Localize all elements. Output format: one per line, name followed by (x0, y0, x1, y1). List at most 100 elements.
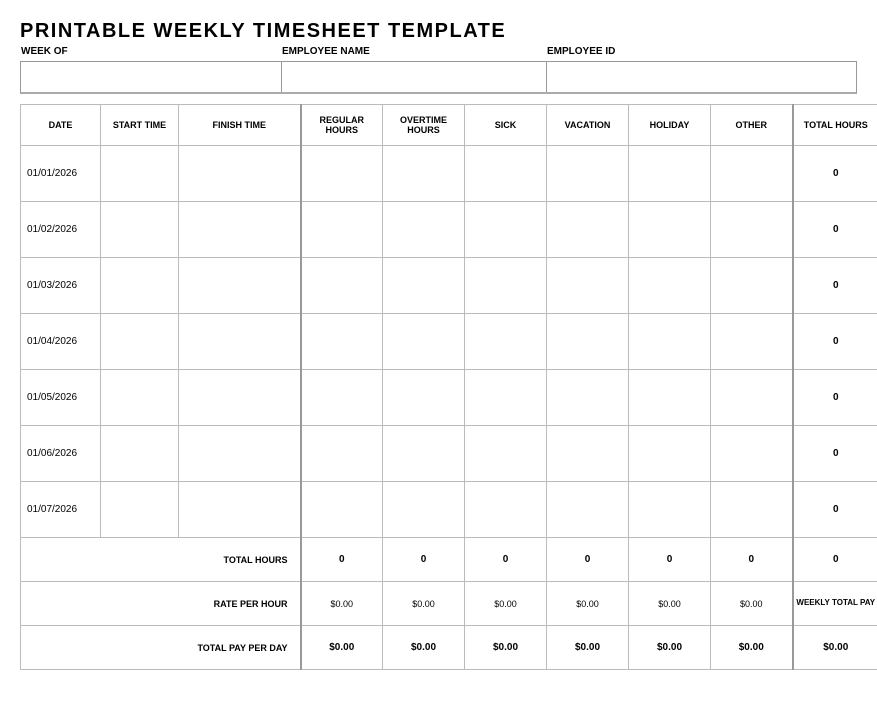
finish-time-cell[interactable] (179, 482, 301, 538)
col-overtime-hours: OVERTIME HOURS (383, 105, 465, 146)
other-cell[interactable] (711, 314, 793, 370)
overtime-cell[interactable] (383, 146, 465, 202)
start-time-cell[interactable] (101, 426, 179, 482)
regular-cell[interactable] (301, 314, 383, 370)
col-total-hours: TOTAL HOURS (793, 105, 877, 146)
finish-time-cell[interactable] (179, 370, 301, 426)
page-title: PRINTABLE WEEKLY TIMESHEET TEMPLATE (20, 20, 857, 43)
start-time-cell[interactable] (101, 146, 179, 202)
total-cell: 0 (793, 146, 877, 202)
pay-vac: $0.00 (547, 626, 629, 670)
vacation-cell[interactable] (547, 202, 629, 258)
finish-time-cell[interactable] (179, 202, 301, 258)
sick-cell[interactable] (465, 482, 547, 538)
holiday-cell[interactable] (629, 314, 711, 370)
overtime-cell[interactable] (383, 370, 465, 426)
header-info: WEEK OF EMPLOYEE NAME EMPLOYEE ID (20, 61, 857, 94)
other-cell[interactable] (711, 426, 793, 482)
holiday-cell[interactable] (629, 258, 711, 314)
col-vacation: VACATION (547, 105, 629, 146)
holiday-cell[interactable] (629, 370, 711, 426)
finish-time-cell[interactable] (179, 258, 301, 314)
vacation-cell[interactable] (547, 146, 629, 202)
total-other: 0 (711, 538, 793, 582)
col-holiday: HOLIDAY (629, 105, 711, 146)
total-sick: 0 (465, 538, 547, 582)
regular-cell[interactable] (301, 482, 383, 538)
col-start-time: START TIME (101, 105, 179, 146)
date-cell: 01/03/2026 (21, 258, 101, 314)
other-cell[interactable] (711, 258, 793, 314)
employee-name-label: EMPLOYEE NAME (282, 46, 370, 57)
pay-ot: $0.00 (383, 626, 465, 670)
table-row: 01/01/2026 0 (21, 146, 877, 202)
col-date: DATE (21, 105, 101, 146)
start-time-cell[interactable] (101, 314, 179, 370)
finish-time-cell[interactable] (179, 314, 301, 370)
sick-cell[interactable] (465, 314, 547, 370)
table-row: 01/03/2026 0 (21, 258, 877, 314)
date-cell: 01/07/2026 (21, 482, 101, 538)
total-hours-row: TOTAL HOURS 0 0 0 0 0 0 0 (21, 538, 877, 582)
regular-cell[interactable] (301, 146, 383, 202)
holiday-cell[interactable] (629, 426, 711, 482)
pay-reg: $0.00 (301, 626, 383, 670)
rate-other: $0.00 (711, 582, 793, 626)
date-cell: 01/01/2026 (21, 146, 101, 202)
other-cell[interactable] (711, 482, 793, 538)
table-row: 01/02/20260 (21, 202, 877, 258)
sick-cell[interactable] (465, 202, 547, 258)
employee-id-input[interactable] (547, 62, 863, 92)
start-time-cell[interactable] (101, 370, 179, 426)
holiday-cell[interactable] (629, 482, 711, 538)
other-cell[interactable] (711, 202, 793, 258)
regular-cell[interactable] (301, 426, 383, 482)
sick-cell[interactable] (465, 146, 547, 202)
rate-sick: $0.00 (465, 582, 547, 626)
weekly-total-pay-label: WEEKLY TOTAL PAY (793, 582, 877, 626)
start-time-cell[interactable] (101, 258, 179, 314)
employee-name-input[interactable] (282, 62, 546, 92)
vacation-cell[interactable] (547, 370, 629, 426)
sick-cell[interactable] (465, 370, 547, 426)
overtime-cell[interactable] (383, 258, 465, 314)
regular-cell[interactable] (301, 370, 383, 426)
total-pay-row: TOTAL PAY PER DAY $0.00 $0.00 $0.00 $0.0… (21, 626, 877, 670)
rate-vac: $0.00 (547, 582, 629, 626)
date-cell: 01/05/2026 (21, 370, 101, 426)
pay-hol: $0.00 (629, 626, 711, 670)
total-cell: 0 (793, 258, 877, 314)
overtime-cell[interactable] (383, 202, 465, 258)
vacation-cell[interactable] (547, 314, 629, 370)
total-reg: 0 (301, 538, 383, 582)
employee-id-label: EMPLOYEE ID (547, 46, 615, 57)
pay-weekly: $0.00 (793, 626, 877, 670)
finish-time-cell[interactable] (179, 146, 301, 202)
finish-time-cell[interactable] (179, 426, 301, 482)
total-cell: 0 (793, 426, 877, 482)
week-of-label: WEEK OF (21, 46, 68, 57)
total-vac: 0 (547, 538, 629, 582)
regular-cell[interactable] (301, 202, 383, 258)
total-hol: 0 (629, 538, 711, 582)
holiday-cell[interactable] (629, 146, 711, 202)
col-sick: SICK (465, 105, 547, 146)
overtime-cell[interactable] (383, 482, 465, 538)
start-time-cell[interactable] (101, 202, 179, 258)
holiday-cell[interactable] (629, 202, 711, 258)
overtime-cell[interactable] (383, 314, 465, 370)
other-cell[interactable] (711, 370, 793, 426)
other-cell[interactable] (711, 146, 793, 202)
vacation-cell[interactable] (547, 258, 629, 314)
total-hours-label: TOTAL HOURS (21, 538, 301, 582)
total-pay-label: TOTAL PAY PER DAY (21, 626, 301, 670)
sick-cell[interactable] (465, 426, 547, 482)
sick-cell[interactable] (465, 258, 547, 314)
vacation-cell[interactable] (547, 482, 629, 538)
regular-cell[interactable] (301, 258, 383, 314)
overtime-cell[interactable] (383, 426, 465, 482)
start-time-cell[interactable] (101, 482, 179, 538)
vacation-cell[interactable] (547, 426, 629, 482)
week-of-input[interactable] (21, 62, 281, 92)
table-row: 01/05/20260 (21, 370, 877, 426)
